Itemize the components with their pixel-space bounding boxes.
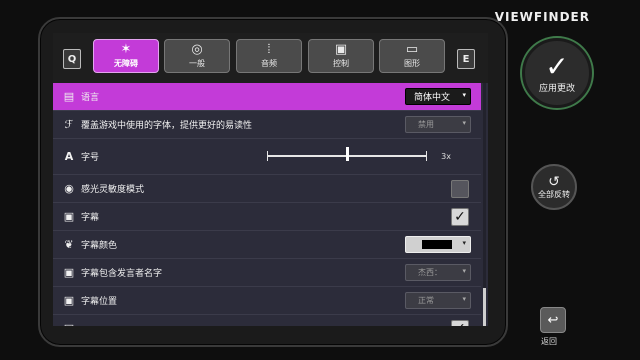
setting-row-font-override[interactable]: ℱ 覆盖游戏中使用的字体，提供更好的易读性 禁用 ▾ [53,111,481,139]
apply-label: 应用更改 [538,83,575,94]
scrollbar-thumb[interactable] [483,288,486,326]
subtitles-icon: ▣ [63,210,75,223]
globe-icon: ◎ [191,42,203,57]
font-size-slider[interactable] [267,147,427,161]
speaker-subtitle-icon: ▣ [63,266,75,279]
language-icon: ▤ [63,90,75,103]
chevron-down-icon: ▾ [462,119,466,127]
subtitle-position-dropdown[interactable]: 正常 ▾ [405,292,471,309]
font-override-dropdown[interactable]: 禁用 ▾ [405,116,471,133]
back-button[interactable]: ↩ [540,307,566,333]
prev-tab-key[interactable]: Q [63,49,81,69]
chevron-down-icon: ▾ [462,91,466,99]
slider-tick [267,151,268,161]
speaker-name-dropdown[interactable]: 杰西： ▾ [405,264,471,281]
tab-audio[interactable]: ⦙ 音频 [236,39,302,73]
accessibility-icon: ✶ [120,42,132,57]
slider-thumb[interactable] [345,147,349,161]
partial-row-icon: ▣ [61,322,77,326]
next-tab-key[interactable]: E [457,49,475,69]
eye-icon: ◉ [64,182,74,195]
back-label: 返回 [541,337,557,346]
apply-changes-button[interactable]: ✓ 应用更改 [522,38,592,108]
revert-all-button[interactable]: ↺ 全部反转 [531,164,577,210]
setting-row-photosensitive[interactable]: ◉ 感光灵敏度模式 [53,175,481,203]
subtitle-position-icon: ▣ [63,294,75,307]
color-swatch [422,240,452,249]
dropdown-value: 禁用 [418,120,434,129]
dropdown-value: 杰西： [418,268,442,277]
setting-label: 感光灵敏度模式 [81,185,145,195]
subtitles-checkbox[interactable]: ✓ [451,207,469,226]
tab-label: 图形 [404,59,420,68]
tab-label: 音频 [261,59,277,68]
settings-scrollbar[interactable] [483,83,486,326]
chevron-down-icon: ▾ [462,295,466,303]
monitor-icon: ▭ [405,42,419,57]
tab-general[interactable]: ◎ 一般 [164,39,230,73]
tab-bar: Q ✶ 无障碍 ◎ 一般 ⦙ 音频 ▣ 控制 ▭ 图形 E [53,33,488,83]
tab-controls[interactable]: ▣ 控制 [308,39,374,73]
palette-icon: ❦ [64,238,74,251]
sound-wave-icon: ⦙ [267,42,271,57]
partial-row-checkbox[interactable]: ✓ [451,319,469,326]
tab-label: 控制 [333,59,349,68]
settings-list: ▤ 语言 简体中文 ▾ ℱ 覆盖游戏中使用的字体，提供更好的易读性 禁用 ▾ A… [53,83,481,326]
controller-icon: ▣ [334,42,348,57]
slider-tick [426,151,427,161]
setting-row-partial[interactable]: ▣ ✓ [53,315,481,326]
tab-label: 无障碍 [114,59,138,68]
subtitle-color-dropdown[interactable]: ▾ [405,236,471,253]
language-dropdown[interactable]: 简体中文 ▾ [405,88,471,105]
chevron-down-icon: ▾ [462,239,466,247]
text-size-icon: A [64,150,74,163]
dropdown-value: 正常 [418,296,434,305]
setting-row-language[interactable]: ▤ 语言 简体中文 ▾ [53,83,481,111]
back-arrow-icon: ↩ [547,312,559,328]
tab-label: 一般 [189,59,205,68]
settings-screen: Q ✶ 无障碍 ◎ 一般 ⦙ 音频 ▣ 控制 ▭ 图形 E ▤ 语言 简体中文 [53,33,488,326]
setting-label: 字幕 [81,213,100,223]
brand-logo: VIEWFINDER [494,10,590,24]
font-icon: ℱ [64,118,74,131]
setting-row-font-size[interactable]: A 字号 3x [53,139,481,175]
setting-row-subtitle-color[interactable]: ❦ 字幕颜色 ▾ [53,231,481,259]
dropdown-value: 简体中文 [414,93,451,103]
tab-graphics[interactable]: ▭ 图形 [379,39,445,73]
checkmark-icon: ✓ [545,49,569,83]
setting-row-subtitles[interactable]: ▣ 字幕 ✓ [53,203,481,231]
font-size-value: 3x [441,152,451,161]
setting-row-subtitle-position[interactable]: ▣ 字幕位置 正常 ▾ [53,287,481,315]
photosensitive-checkbox[interactable] [451,179,469,198]
revert-label: 全部反转 [538,189,570,199]
tab-accessibility[interactable]: ✶ 无障碍 [93,39,159,73]
chevron-down-icon: ▾ [462,267,466,275]
revert-icon: ↺ [548,173,560,190]
setting-row-speaker-name[interactable]: ▣ 字幕包含发言者名字 杰西： ▾ [53,259,481,287]
